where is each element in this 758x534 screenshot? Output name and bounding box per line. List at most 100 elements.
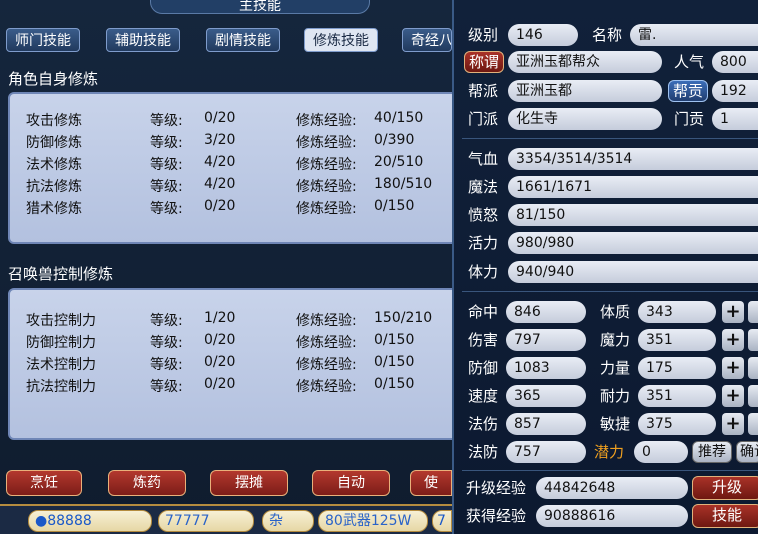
contribution-field: 192 [712,80,758,102]
exp-label: 修炼经验: [296,201,357,217]
tab-assist-skills[interactable]: 辅助技能 [106,28,180,52]
skill-name: 防御控制力 [26,335,96,351]
level-label: 等级: [150,379,183,395]
minus-point-button[interactable] [748,301,758,323]
skill-name: 攻击控制力 [26,313,96,329]
pet-control-panel: 攻击控制力 等级: 1/20 修炼经验: 150/210 防御控制力 等级: 0… [8,288,458,440]
auto-button[interactable]: 自动 [312,470,390,496]
add-point-button[interactable]: + [722,357,744,379]
minus-point-button[interactable] [748,385,758,407]
exp-value: 0/150 [374,354,415,370]
attr-label: 魔力 [600,331,631,349]
exp-value: 150/210 [374,310,433,326]
attr-label: 敏捷 [600,415,631,433]
hp-field: 3354/3514/3514 [508,148,758,170]
attr-field: 343 [638,301,716,323]
chat-segment: 80武器125W [318,510,428,532]
skills-window: 主技能 师门技能 辅助技能 剧情技能 修炼技能 奇经八 角色自身修炼 攻击修炼 … [0,0,458,534]
chat-segment: ●88888 [28,510,152,532]
table-row: 防御控制力 等级: 0/20 修炼经验: 0/150 [26,332,466,354]
stat-field: 757 [506,441,586,463]
exp-value: 180/510 [374,176,433,192]
exp-value: 40/150 [374,110,424,126]
level-value: 0/20 [204,354,236,370]
guild-label: 帮派 [468,82,499,100]
add-point-button[interactable]: + [722,329,744,351]
chat-bar: ●88888 77777 杂 80武器125W 7 [0,504,452,534]
anger-field: 81/150 [508,204,758,226]
table-row: 攻击控制力 等级: 1/20 修炼经验: 150/210 [26,310,466,332]
divider [462,291,758,292]
attr-field: 175 [638,357,716,379]
level-label: 等级: [150,201,183,217]
exp-label: 修炼经验: [296,379,357,395]
title-button[interactable]: 称谓 [464,51,504,73]
vitality-label: 活力 [468,234,499,252]
tab-cultivation-skills[interactable]: 修炼技能 [304,28,378,52]
section-pet-control-title: 召唤兽控制修炼 [8,265,114,283]
contribution-button[interactable]: 帮贡 [668,80,708,102]
stat-label: 法伤 [468,415,499,433]
exp-value: 0/390 [374,132,415,148]
stat-field: 365 [506,385,586,407]
window-title: 主技能 [150,0,370,14]
table-row: 法术修炼 等级: 4/20 修炼经验: 20/510 [26,154,466,176]
level-value: 0/20 [204,110,236,126]
stall-button[interactable]: 摆摊 [210,470,288,496]
exp-value: 20/510 [374,154,424,170]
levelup-button[interactable]: 升级 [692,476,758,500]
chat-segment: 77777 [158,510,254,532]
attr-field: 351 [638,329,716,351]
tab-school-skills[interactable]: 师门技能 [6,28,80,52]
level-label: 等级: [150,179,183,195]
divider [462,470,758,471]
stat-label: 命中 [468,303,499,321]
attr-label: 力量 [600,359,631,377]
stat-label: 伤害 [468,331,499,349]
recommend-button[interactable]: 推荐 [692,441,732,463]
skill-name: 法术控制力 [26,357,96,373]
guild-field: 亚洲玉都 [508,80,662,102]
school-contribution-label: 门贡 [674,110,705,128]
anger-label: 愤怒 [468,206,499,224]
exp-label: 修炼经验: [296,157,357,173]
skill-name: 抗法修炼 [26,179,82,195]
confirm-button[interactable]: 确认 [736,441,758,463]
level-value: 3/20 [204,132,236,148]
minus-point-button[interactable] [748,357,758,379]
table-row: 抗法控制力 等级: 0/20 修炼经验: 0/150 [26,376,466,398]
attr-field: 351 [638,385,716,407]
cooking-button[interactable]: 烹饪 [6,470,82,496]
minus-point-button[interactable] [748,329,758,351]
tab-story-skills[interactable]: 剧情技能 [206,28,280,52]
exp-label: 修炼经验: [296,113,357,129]
popularity-field: 800 [712,51,758,73]
add-point-button[interactable]: + [722,413,744,435]
exp-label: 修炼经验: [296,357,357,373]
gained-exp-label: 获得经验 [466,507,527,525]
skill-name: 猎术修炼 [26,201,82,217]
stat-label: 防御 [468,359,499,377]
use-button[interactable]: 使 [410,470,452,496]
add-point-button[interactable]: + [722,385,744,407]
mp-field: 1661/1671 [508,176,758,198]
minus-point-button[interactable] [748,413,758,435]
section-self-cultivation-title: 角色自身修炼 [8,70,99,88]
levelup-exp-field: 44842648 [536,477,688,499]
name-label: 名称 [592,26,623,44]
table-row: 攻击修炼 等级: 0/20 修炼经验: 40/150 [26,110,466,132]
skill-name: 法术修炼 [26,157,82,173]
skills-button[interactable]: 技能 [692,504,758,528]
attr-label: 耐力 [600,387,631,405]
attr-field: 375 [638,413,716,435]
exp-value: 0/150 [374,198,415,214]
stat-label: 速度 [468,387,499,405]
add-point-button[interactable]: + [722,301,744,323]
skill-name: 攻击修炼 [26,113,82,129]
gained-exp-field: 90888616 [536,505,688,527]
stat-field: 797 [506,329,586,351]
exp-label: 修炼经验: [296,313,357,329]
potential-field: 0 [634,441,688,463]
alchemy-button[interactable]: 炼药 [108,470,186,496]
tab-meridian[interactable]: 奇经八 [402,28,452,52]
